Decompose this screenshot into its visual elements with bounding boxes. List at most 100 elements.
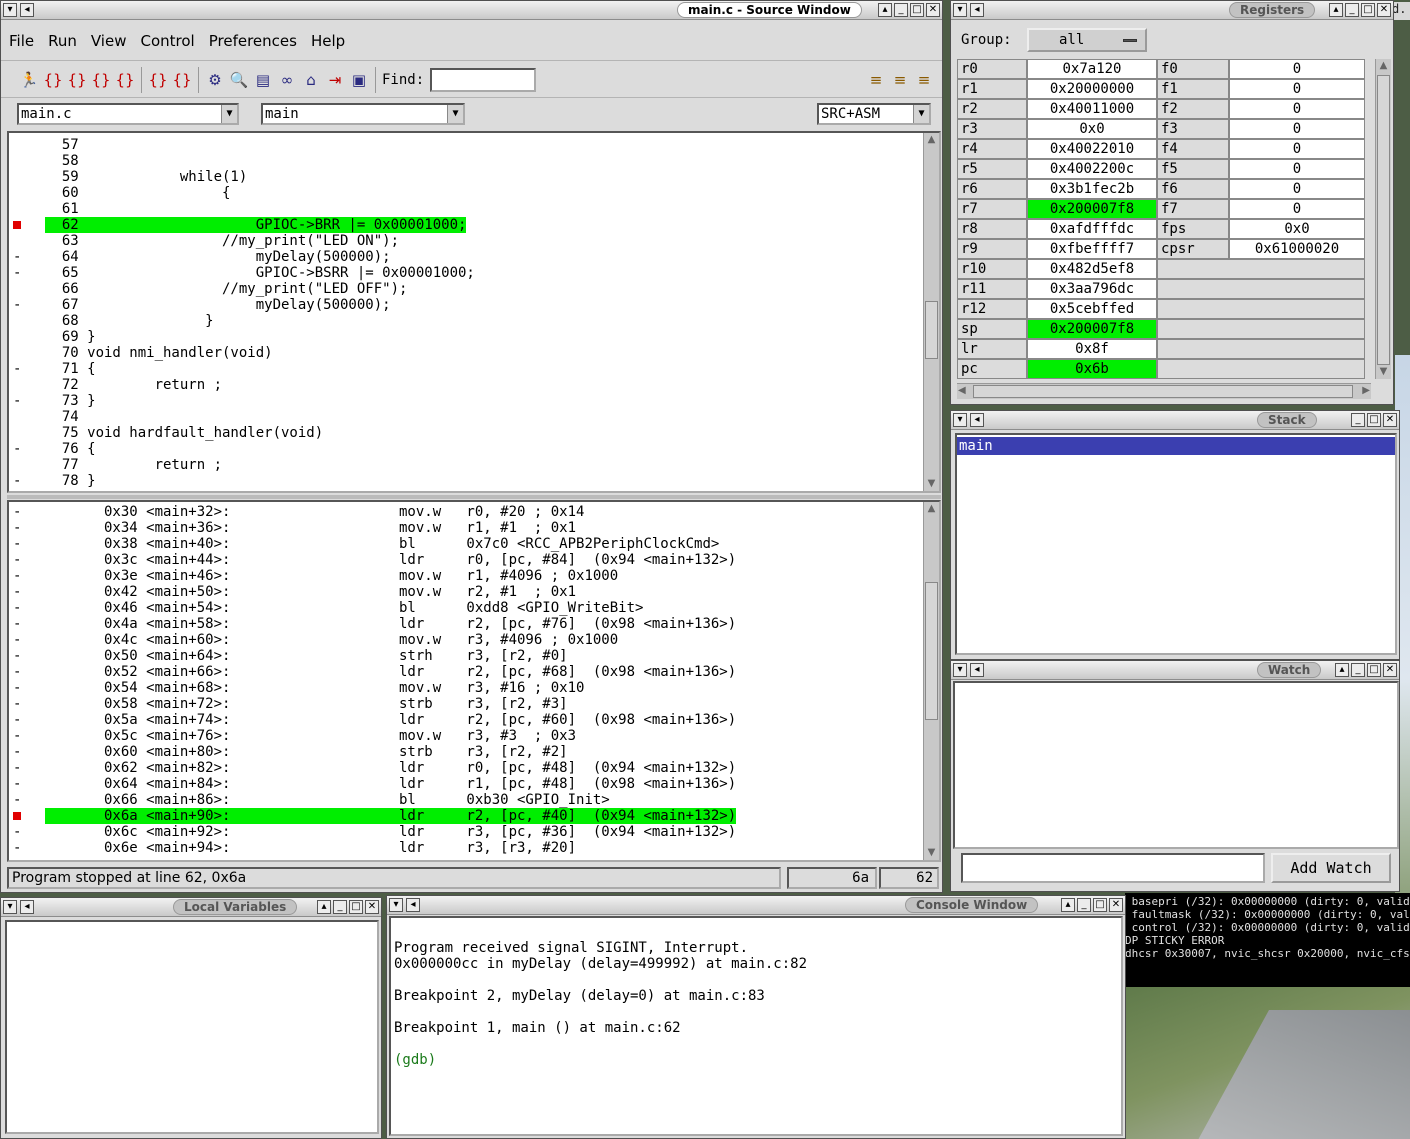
next-icon[interactable]: {} bbox=[65, 68, 89, 92]
source-line[interactable]: 62 GPIOC->BRR |= 0x00001000; bbox=[9, 217, 939, 233]
asm-pane[interactable]: - 0x30 <main+32>: mov.w r0, #20 ; 0x14- … bbox=[7, 500, 941, 862]
breakpoint-marker-icon[interactable] bbox=[13, 812, 21, 820]
window-pin-icon[interactable]: ◂ bbox=[970, 663, 984, 677]
line-marker[interactable]: - bbox=[13, 361, 21, 377]
source-line[interactable]: 59 while(1) bbox=[9, 169, 939, 185]
window-pin-icon[interactable]: ◂ bbox=[20, 3, 34, 17]
register-value[interactable]: 0xafdfffdc bbox=[1027, 219, 1157, 239]
menu-file[interactable]: File bbox=[9, 32, 34, 50]
window-menu-icon[interactable]: ▾ bbox=[953, 3, 967, 17]
source-line[interactable]: 74 bbox=[9, 409, 939, 425]
register-value[interactable]: 0x200007f8 bbox=[1027, 199, 1157, 219]
close-icon[interactable]: ✕ bbox=[365, 900, 379, 914]
add-watch-button[interactable]: Add Watch bbox=[1271, 853, 1391, 883]
maximize-icon[interactable]: □ bbox=[910, 3, 924, 17]
register-value[interactable]: 0 bbox=[1229, 59, 1365, 79]
line-marker[interactable]: - bbox=[13, 776, 21, 792]
line-marker[interactable]: - bbox=[13, 648, 21, 664]
register-value[interactable]: 0x0 bbox=[1229, 219, 1365, 239]
watch-list[interactable] bbox=[953, 681, 1399, 849]
menu-help[interactable]: Help bbox=[311, 32, 345, 50]
asm-line[interactable]: - 0x66 <main+86>: bl 0xb30 <GPIO_Init> bbox=[9, 792, 939, 808]
registers-hscrollbar[interactable]: ◀ ▶ bbox=[957, 383, 1371, 399]
source-line[interactable]: 72 return ; bbox=[9, 377, 939, 393]
registers-vscrollbar[interactable]: ▲ ▼ bbox=[1375, 59, 1391, 379]
window-pin-icon[interactable]: ◂ bbox=[20, 900, 34, 914]
register-value[interactable]: 0x61000020 bbox=[1229, 239, 1365, 259]
source-line[interactable]: 75 void hardfault_handler(void) bbox=[9, 425, 939, 441]
chevron-down-icon[interactable]: ▼ bbox=[913, 105, 929, 123]
stack-down-icon[interactable]: ≡ bbox=[888, 68, 912, 92]
asm-line[interactable]: - 0x46 <main+54>: bl 0xdd8 <GPIO_WriteBi… bbox=[9, 600, 939, 616]
register-value[interactable]: 0x20000000 bbox=[1027, 79, 1157, 99]
stack-up-icon[interactable]: ≡ bbox=[864, 68, 888, 92]
line-marker[interactable]: - bbox=[13, 297, 21, 313]
source-line[interactable]: - 65 GPIOC->BSRR |= 0x00001000; bbox=[9, 265, 939, 281]
register-value[interactable]: 0 bbox=[1229, 159, 1365, 179]
stack-icon[interactable]: ▤ bbox=[251, 68, 275, 92]
register-value[interactable]: 0x40011000 bbox=[1027, 99, 1157, 119]
line-marker[interactable]: - bbox=[13, 728, 21, 744]
asm-line[interactable]: - 0x5a <main+74>: ldr r2, [pc, #60] (0x9… bbox=[9, 712, 939, 728]
continue-icon[interactable]: {} bbox=[113, 68, 137, 92]
register-value[interactable]: 0x7a120 bbox=[1027, 59, 1157, 79]
asm-line[interactable]: - 0x50 <main+64>: strh r3, [r2, #0] bbox=[9, 648, 939, 664]
line-marker[interactable]: - bbox=[13, 552, 21, 568]
file-selector[interactable]: main.c ▼ bbox=[17, 103, 239, 125]
source-line[interactable]: 63 //my_print("LED ON"); bbox=[9, 233, 939, 249]
menu-view[interactable]: View bbox=[91, 32, 127, 50]
source-line[interactable]: 77 return ; bbox=[9, 457, 939, 473]
source-line[interactable]: - 78 } bbox=[9, 473, 939, 489]
source-line[interactable]: - 76 { bbox=[9, 441, 939, 457]
shade-icon[interactable]: ▴ bbox=[878, 3, 892, 17]
source-line[interactable]: - 73 } bbox=[9, 393, 939, 409]
window-pin-icon[interactable]: ◂ bbox=[970, 413, 984, 427]
source-scrollbar[interactable]: ▲ ▼ bbox=[923, 133, 939, 491]
source-window-titlebar[interactable]: ▾ ◂ main.c - Source Window ▴ _ □ ✕ bbox=[1, 1, 942, 20]
close-icon[interactable]: ✕ bbox=[1383, 663, 1397, 677]
breakpoints-icon[interactable]: ⇥ bbox=[323, 68, 347, 92]
register-value[interactable]: 0x40022010 bbox=[1027, 139, 1157, 159]
shade-icon[interactable]: ▴ bbox=[1335, 663, 1349, 677]
close-icon[interactable]: ✕ bbox=[1377, 3, 1391, 17]
watch-titlebar[interactable]: ▾ ◂ Watch ▴ _ □ ✕ bbox=[951, 661, 1399, 680]
maximize-icon[interactable]: □ bbox=[1093, 898, 1107, 912]
asm-line[interactable]: - 0x3c <main+44>: ldr r0, [pc, #84] (0x9… bbox=[9, 552, 939, 568]
line-marker[interactable]: - bbox=[13, 792, 21, 808]
source-line[interactable]: 61 bbox=[9, 201, 939, 217]
scroll-thumb[interactable] bbox=[925, 301, 938, 359]
register-value[interactable]: 0x482d5ef8 bbox=[1027, 259, 1157, 279]
find-input[interactable] bbox=[430, 67, 537, 92]
maximize-icon[interactable]: □ bbox=[1361, 3, 1375, 17]
scroll-down-icon[interactable]: ▼ bbox=[925, 846, 938, 860]
minimize-icon[interactable]: _ bbox=[1351, 663, 1365, 677]
asm-line[interactable]: - 0x3e <main+46>: mov.w r1, #4096 ; 0x10… bbox=[9, 568, 939, 584]
stack-frame-main[interactable]: main bbox=[957, 437, 1395, 455]
source-line[interactable]: 68 } bbox=[9, 313, 939, 329]
line-marker[interactable]: - bbox=[13, 265, 21, 281]
register-value[interactable]: 0xfbeffff7 bbox=[1027, 239, 1157, 259]
source-line[interactable]: 69 } bbox=[9, 329, 939, 345]
register-value[interactable]: 0x4002200c bbox=[1027, 159, 1157, 179]
register-value[interactable]: 0 bbox=[1229, 179, 1365, 199]
console-icon[interactable]: ▣ bbox=[347, 68, 371, 92]
stack-bottom-icon[interactable]: ≡ bbox=[912, 68, 936, 92]
scroll-up-icon[interactable]: ▲ bbox=[1377, 59, 1390, 73]
source-line[interactable]: 66 //my_print("LED OFF"); bbox=[9, 281, 939, 297]
asm-line[interactable]: - 0x52 <main+66>: ldr r2, [pc, #68] (0x9… bbox=[9, 664, 939, 680]
asm-line[interactable]: - 0x4c <main+60>: mov.w r3, #4096 ; 0x10… bbox=[9, 632, 939, 648]
minimize-icon[interactable]: _ bbox=[1077, 898, 1091, 912]
mode-selector[interactable]: SRC+ASM ▼ bbox=[817, 103, 931, 125]
scroll-left-icon[interactable]: ◀ bbox=[958, 385, 966, 396]
source-line[interactable]: - 71 { bbox=[9, 361, 939, 377]
chevron-down-icon[interactable]: ▼ bbox=[447, 105, 463, 123]
asm-line[interactable]: - 0x4a <main+58>: ldr r2, [pc, #76] (0x9… bbox=[9, 616, 939, 632]
registers-titlebar[interactable]: ▾ ◂ Registers ▴ _ □ ✕ bbox=[951, 1, 1393, 20]
locals-icon[interactable]: ⌂ bbox=[299, 68, 323, 92]
asm-line[interactable]: - 0x60 <main+80>: strb r3, [r2, #2] bbox=[9, 744, 939, 760]
register-value[interactable]: 0 bbox=[1229, 199, 1365, 219]
asm-scrollbar[interactable]: ▲ ▼ bbox=[923, 502, 939, 860]
line-marker[interactable]: - bbox=[13, 473, 21, 489]
register-value[interactable]: 0x8f bbox=[1027, 339, 1157, 359]
scroll-thumb[interactable] bbox=[925, 582, 938, 720]
